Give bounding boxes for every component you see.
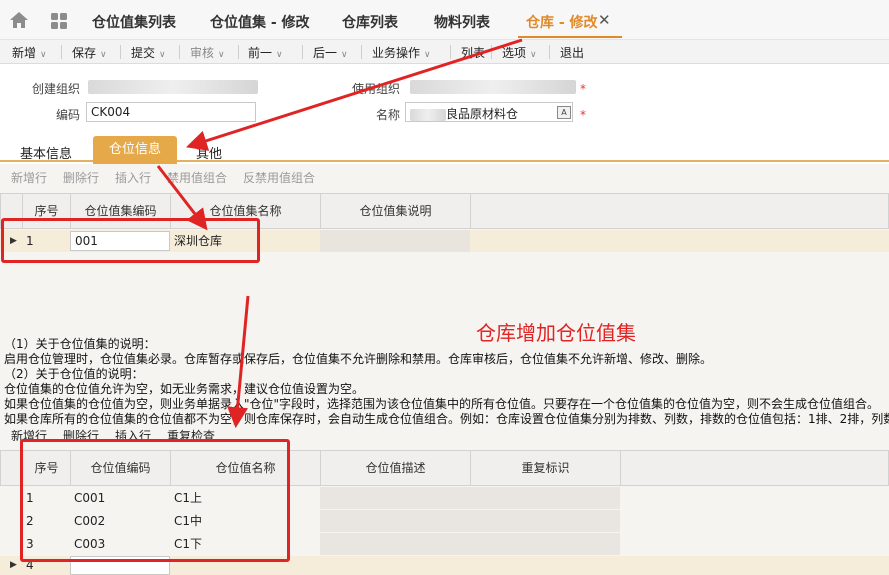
apps-grid-icon[interactable] (50, 12, 68, 30)
previous-label: 前一 (248, 46, 273, 60)
save-button[interactable]: 保存 ∨ (72, 44, 107, 61)
save-label: 保存 (72, 46, 97, 60)
audit-button[interactable]: 审核 ∨ (190, 44, 225, 61)
row-value-desc[interactable] (320, 487, 620, 509)
note-line: 如果仓位值集的仓位值为空，则业务单据录入"仓位"字段时，选择范围为该仓位值集中的… (4, 397, 880, 411)
column-value-desc: 仓位值描述 (321, 451, 471, 485)
disable-combination-button[interactable]: 禁用值组合 (167, 169, 227, 186)
new-button[interactable]: 新增 ∨ (12, 44, 47, 61)
chevron-down-icon: ∨ (159, 50, 166, 60)
tab-location-set-list[interactable]: 仓位值集列表 (92, 12, 176, 32)
multilanguage-icon[interactable]: A (557, 106, 571, 119)
toolbar-divider (361, 45, 362, 59)
delete-row-button[interactable]: 删除行 (63, 169, 99, 186)
main-toolbar: 新增 ∨ 保存 ∨ 提交 ∨ 审核 ∨ 前一 ∨ 后一 ∨ 业务操作 ∨ 列表 选项 ∨ 退出 (0, 40, 889, 64)
note-line: 启用仓位管理时，仓位值集必录。仓库暂存或保存后，仓位值集不允许删除和禁用。仓库审… (4, 352, 713, 366)
tab-material-list[interactable]: 物料列表 (434, 12, 490, 32)
document-tab-bar: 仓位值集列表 仓位值集 - 修改 仓库列表 物料列表 仓库 - 修改 ✕ (0, 0, 889, 40)
chevron-down-icon: ∨ (218, 50, 225, 60)
chevron-down-icon: ∨ (341, 50, 348, 60)
toolbar-divider (450, 45, 451, 59)
use-org-label: 使用组织 (352, 82, 401, 96)
header-form (0, 65, 889, 135)
row-set-desc[interactable] (320, 230, 470, 252)
close-tab-icon[interactable]: ✕ (598, 11, 611, 29)
enable-combination-button[interactable]: 反禁用值组合 (243, 169, 315, 186)
toolbar-divider (491, 45, 492, 59)
subtab-basic-info[interactable]: 基本信息 (20, 143, 72, 162)
chevron-down-icon: ∨ (276, 50, 283, 60)
note-line: 如果仓库所有的仓位值集的仓位值都不为空，则仓库保存时，会自动生成仓位值组合。例如… (4, 412, 889, 426)
column-duplicate-flag: 重复标识 (471, 451, 621, 485)
help-notes: （1）关于仓位值集的说明： 启用仓位管理时，仓位值集必录。仓库暂存或保存后，仓位… (4, 337, 889, 427)
toolbar-divider (61, 45, 62, 59)
note-line: （2）关于仓位值的说明： (4, 367, 144, 381)
name-field-text: 良品原材料仓 (446, 107, 519, 121)
required-marker: * (580, 82, 586, 96)
create-org-label: 创建组织 (32, 82, 81, 96)
list-button[interactable]: 列表 (461, 44, 485, 61)
chevron-down-icon: ∨ (530, 50, 537, 60)
annotation-box-location-values (20, 439, 290, 562)
audit-label: 审核 (190, 46, 215, 60)
options-label: 选项 (502, 46, 527, 60)
column-set-desc: 仓位值集说明 (321, 194, 471, 228)
use-org-value-redacted (410, 80, 576, 94)
tab-warehouse-list[interactable]: 仓库列表 (342, 12, 398, 32)
toolbar-divider (549, 45, 550, 59)
note-line: 仓位值集的仓位值允许为空，如无业务需求，建议仓位值设置为空。 (4, 382, 365, 396)
insert-row-button[interactable]: 插入行 (115, 169, 151, 186)
name-label: 名称 (376, 108, 401, 122)
current-row-arrow-icon: ▶ (10, 560, 17, 570)
list-label: 列表 (461, 46, 486, 60)
name-prefix-redacted (410, 108, 446, 121)
note-line: （1）关于仓位值集的说明： (4, 337, 156, 351)
add-row-button[interactable]: 新增行 (11, 169, 47, 186)
business-operations-button[interactable]: 业务操作 ∨ (372, 44, 431, 61)
toolbar-divider (238, 45, 239, 59)
tab-warehouse-edit[interactable]: 仓库 - 修改 (526, 12, 598, 32)
submit-button[interactable]: 提交 ∨ (131, 44, 166, 61)
options-button[interactable]: 选项 ∨ (502, 44, 537, 61)
chevron-down-icon: ∨ (40, 50, 47, 60)
submit-label: 提交 (131, 46, 156, 60)
code-label: 编码 (56, 108, 81, 122)
toolbar-divider (179, 45, 180, 59)
annotation-box-location-set (1, 218, 260, 263)
subtab-other[interactable]: 其他 (196, 143, 222, 162)
name-field[interactable]: 良品原材料仓 (405, 102, 573, 122)
toolbar-divider (120, 45, 121, 59)
next-label: 后一 (313, 46, 338, 60)
exit-button[interactable]: 退出 (560, 44, 584, 61)
chevron-down-icon: ∨ (100, 50, 107, 60)
new-label: 新增 (12, 46, 37, 60)
previous-button[interactable]: 前一 ∨ (248, 44, 283, 61)
required-marker: * (580, 108, 586, 122)
next-button[interactable]: 后一 ∨ (313, 44, 348, 61)
home-icon[interactable] (8, 10, 30, 30)
tab-location-set-edit[interactable]: 仓位值集 - 修改 (210, 12, 310, 32)
chevron-down-icon: ∨ (424, 50, 431, 60)
row-value-desc[interactable] (320, 533, 620, 555)
toolbar-divider (302, 45, 303, 59)
create-org-value-redacted (88, 80, 258, 94)
subtab-location-info[interactable]: 仓位信息 (93, 136, 177, 164)
row-value-desc[interactable] (320, 510, 620, 532)
active-tab-indicator (518, 36, 622, 38)
code-field[interactable]: CK004 (86, 102, 256, 122)
business-operations-label: 业务操作 (372, 46, 421, 60)
